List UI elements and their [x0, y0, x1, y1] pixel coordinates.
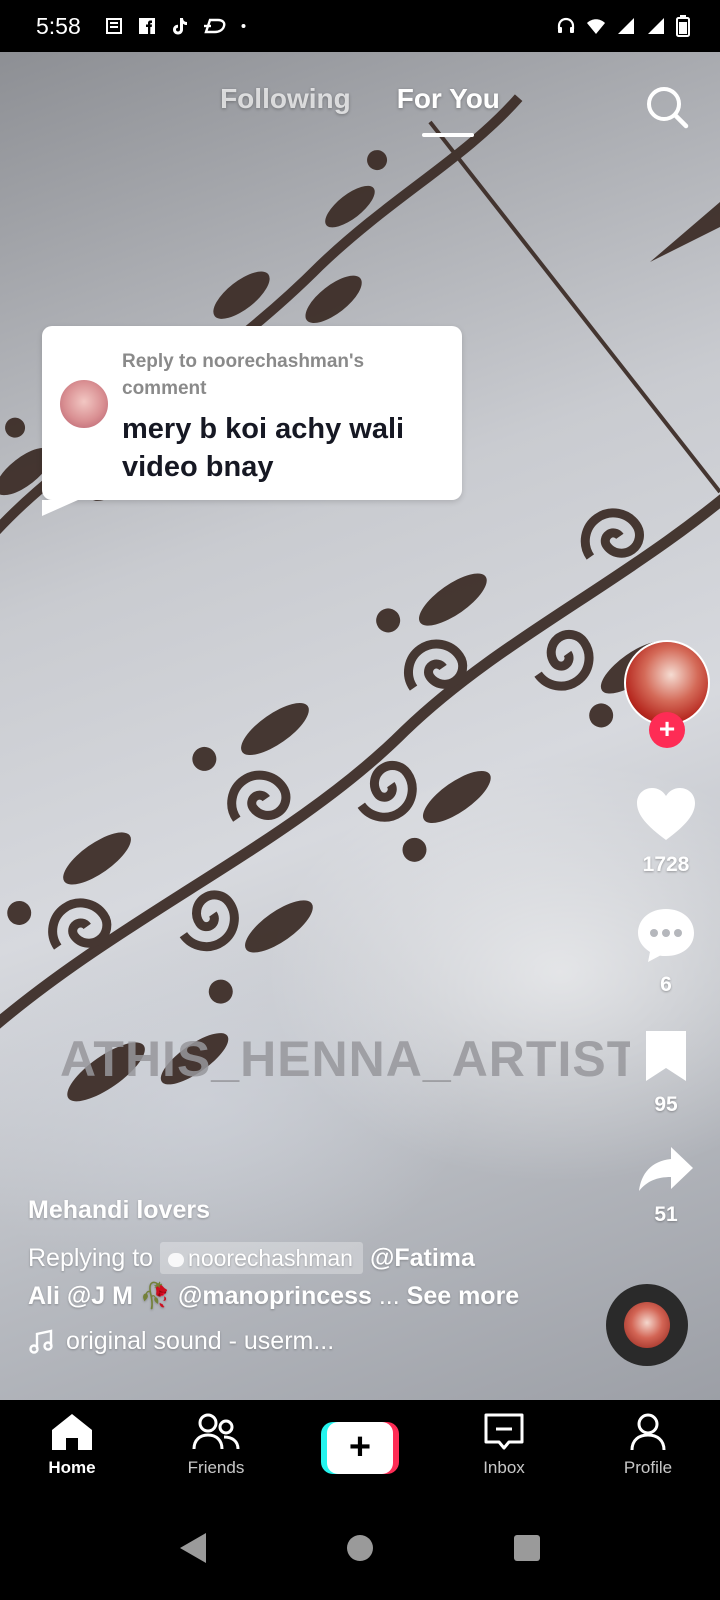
reply-chip-user: noorechashman [188, 1245, 353, 1271]
reply-chip[interactable]: noorechashman [160, 1242, 363, 1274]
nav-profile-label: Profile [623, 1458, 673, 1477]
recents-icon[interactable] [512, 1533, 542, 1563]
nav-inbox-label: Inbox [483, 1458, 525, 1477]
bookmark-button[interactable]: 95 [620, 1028, 712, 1117]
sound-name: original sound - userm... [66, 1327, 335, 1355]
nav-home[interactable]: Home [0, 1400, 144, 1496]
tab-following[interactable]: Following [220, 83, 351, 121]
nav-home-label: Home [48, 1458, 96, 1477]
cell-signal-icon [648, 18, 664, 34]
nav-inbox[interactable]: Inbox [432, 1400, 576, 1496]
comment-count: 6 [660, 973, 672, 996]
comment-icon [638, 909, 694, 962]
author-name[interactable]: Mehandi lovers [28, 1196, 588, 1225]
mention-link[interactable]: Ali @J M [28, 1282, 133, 1310]
bookmark-icon [646, 1031, 686, 1081]
sound-disc-cover [624, 1302, 670, 1348]
dot-icon [241, 24, 246, 28]
video-caption: Mehandi lovers Replying to noorechashman… [28, 1196, 588, 1356]
status-bar: 5:58 [0, 0, 720, 52]
caption-ellipsis: ... [378, 1282, 400, 1310]
feed-tabs: Following For You [0, 52, 720, 152]
reply-card-label: Reply to noorechashman's comment [122, 351, 365, 399]
commenter-avatar [58, 378, 110, 430]
status-right-icons [556, 15, 690, 37]
sound-disc[interactable] [606, 1284, 688, 1366]
create-button[interactable]: + [321, 1422, 399, 1474]
comment-button[interactable]: 6 [620, 906, 712, 997]
plus-icon: + [327, 1422, 393, 1474]
tiktok-icon [172, 18, 187, 35]
see-more-link[interactable]: See more [407, 1282, 520, 1310]
mention-link[interactable]: @Fatima [370, 1244, 475, 1272]
cell-signal-icon [618, 18, 634, 34]
friends-icon [192, 1413, 240, 1450]
tab-for-you[interactable]: For You [397, 83, 500, 137]
replying-prefix: Replying to [28, 1244, 154, 1272]
like-count: 1728 [642, 853, 690, 876]
video-watermark: ATHIS_HENNA_ARTISTRY [60, 1031, 630, 1087]
nav-friends[interactable]: Friends [144, 1400, 288, 1496]
share-icon [639, 1147, 693, 1191]
rose-emoji-icon: 🥀 [139, 1282, 172, 1310]
inbox-icon [484, 1413, 524, 1450]
signal-app-icon [203, 18, 226, 34]
sound-info[interactable]: original sound - userm... [28, 1327, 588, 1356]
reply-card-text: mery b koi achy wali video bnay [122, 413, 405, 483]
back-icon[interactable] [178, 1531, 208, 1565]
home-icon [52, 1414, 92, 1450]
share-count: 51 [654, 1203, 678, 1226]
facebook-icon [138, 18, 155, 34]
nav-create[interactable]: + [288, 1400, 432, 1496]
mention-link[interactable]: @manoprincess [178, 1282, 372, 1310]
wifi-icon [587, 19, 605, 34]
news-icon [105, 18, 122, 34]
bottom-nav: Home Friends + Inbox Profile [0, 1400, 720, 1496]
battery-icon [676, 15, 690, 37]
search-icon[interactable] [644, 84, 690, 130]
music-note-icon [29, 1329, 53, 1354]
profile-icon [630, 1413, 666, 1451]
heart-icon [637, 788, 695, 840]
status-time: 5:58 [36, 12, 81, 39]
home-circle-icon[interactable] [345, 1533, 375, 1563]
share-button[interactable]: 51 [620, 1144, 712, 1227]
nav-profile[interactable]: Profile [576, 1400, 720, 1496]
comment-bubble-icon [168, 1252, 185, 1267]
bookmark-count: 95 [654, 1093, 678, 1116]
system-nav-bar [0, 1496, 720, 1600]
nav-friends-label: Friends [187, 1458, 245, 1477]
like-button[interactable]: 1728 [620, 786, 712, 877]
video-description: Replying to noorechashman @Fatima Ali @J… [28, 1239, 588, 1315]
headphones-icon [557, 17, 575, 33]
follow-button[interactable]: + [649, 712, 685, 748]
status-left-icons [105, 16, 251, 36]
